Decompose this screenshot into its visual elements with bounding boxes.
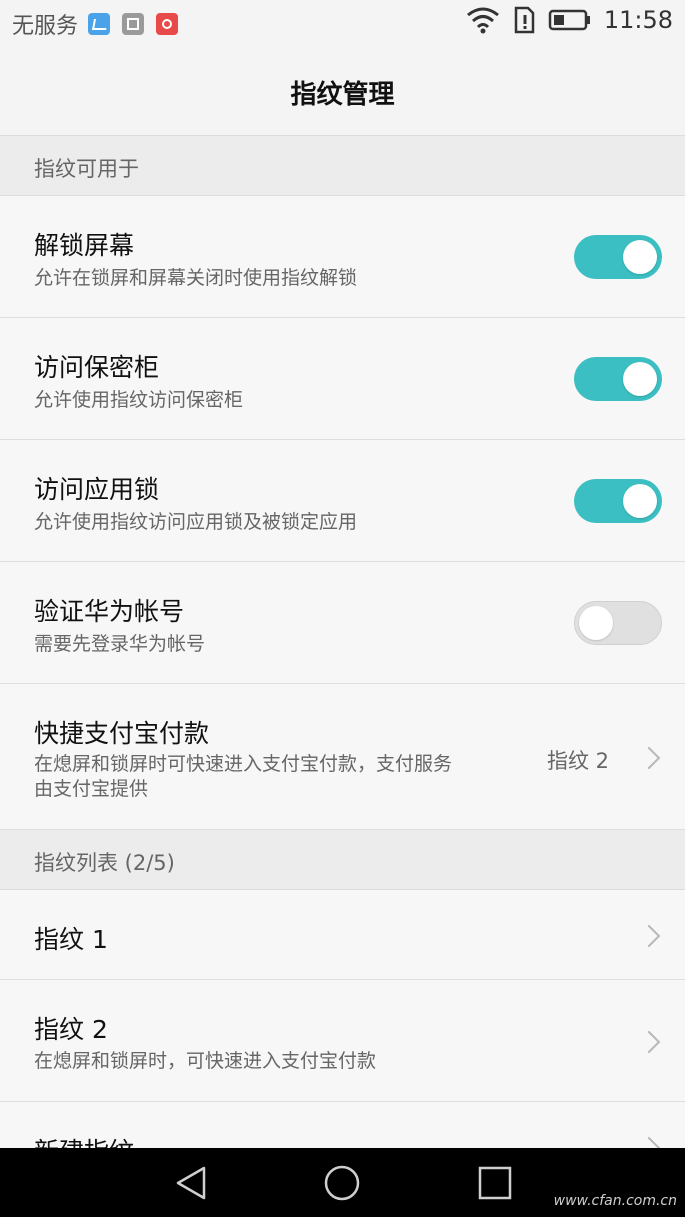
gallery-notification-icon [122, 13, 145, 35]
row-unlock-screen[interactable]: 解锁屏幕 允许在锁屏和屏幕关闭时使用指纹解锁 [0, 196, 685, 318]
row-subtitle: 允许在锁屏和屏幕关闭时使用指纹解锁 [34, 267, 358, 289]
chevron-right-icon [637, 1030, 661, 1054]
status-bar: 无服务 11:58 [0, 0, 685, 48]
row-subtitle-line2: 由支付宝提供 [34, 778, 149, 800]
section-header-usage: 指纹可用于 [0, 136, 685, 196]
row-subtitle: 需要先登录华为帐号 [34, 633, 206, 655]
status-right: 11:58 [466, 6, 673, 34]
recents-icon[interactable] [476, 1164, 514, 1202]
row-huawei-account[interactable]: 验证华为帐号 需要先登录华为帐号 [0, 562, 685, 684]
carrier-label: 无服务 [12, 14, 79, 39]
huawei-notification-icon [156, 13, 179, 35]
navigation-bar: www.cfan.com.cn [0, 1148, 685, 1217]
section-header-fingerprint-list: 指纹列表 (2/5) [0, 830, 685, 890]
back-icon[interactable] [172, 1164, 210, 1202]
row-fingerprint-1[interactable]: 指纹 1 [0, 890, 685, 980]
status-left: 无服务 [12, 8, 190, 40]
battery-icon [548, 9, 590, 31]
row-title: 访问保密柜 [34, 353, 160, 382]
unlock-screen-toggle[interactable] [574, 235, 662, 279]
row-app-lock[interactable]: 访问应用锁 允许使用指纹访问应用锁及被锁定应用 [0, 440, 685, 562]
row-title: 指纹 1 [34, 925, 108, 954]
clock: 11:58 [603, 6, 673, 34]
sim-alert-icon [514, 6, 535, 34]
row-safe-box[interactable]: 访问保密柜 允许使用指纹访问保密柜 [0, 318, 685, 440]
row-title: 解锁屏幕 [34, 231, 135, 260]
row-subtitle: 允许使用指纹访问应用锁及被锁定应用 [34, 511, 358, 533]
toggle-knob [623, 362, 657, 396]
row-fingerprint-2[interactable]: 指纹 2 在熄屏和锁屏时，可快速进入支付宝付款 [0, 980, 685, 1102]
row-subtitle: 允许使用指纹访问保密柜 [34, 389, 244, 411]
row-subtitle: 在熄屏和锁屏时，可快速进入支付宝付款 [34, 1050, 377, 1072]
row-title: 访问应用锁 [34, 475, 160, 504]
title-bar: 指纹管理 [0, 48, 685, 136]
home-icon[interactable] [323, 1164, 361, 1202]
section-label: 指纹可用于 [34, 157, 139, 181]
wifi-icon [466, 7, 499, 34]
toggle-knob [623, 484, 657, 518]
huawei-account-toggle[interactable] [574, 601, 662, 645]
chevron-right-icon [637, 924, 661, 948]
row-title: 指纹 2 [34, 1015, 108, 1044]
chevron-right-icon [637, 746, 661, 770]
toggle-knob [623, 240, 657, 274]
row-title: 验证华为帐号 [34, 597, 185, 626]
row-title: 快捷支付宝付款 [34, 719, 210, 748]
watermark: www.cfan.com.cn [553, 1193, 677, 1209]
page-title: 指纹管理 [290, 80, 395, 110]
row-subtitle-line1: 在熄屏和锁屏时可快速进入支付宝付款，支付服务 [34, 753, 453, 775]
safe-box-toggle[interactable] [574, 357, 662, 401]
section-label: 指纹列表 (2/5) [34, 851, 175, 875]
selected-fingerprint-value: 指纹 2 [546, 749, 609, 773]
app-lock-toggle[interactable] [574, 479, 662, 523]
toggle-knob [579, 606, 613, 640]
row-alipay-quick-pay[interactable]: 快捷支付宝付款 在熄屏和锁屏时可快速进入支付宝付款，支付服务 由支付宝提供 指纹… [0, 684, 685, 830]
health-notification-icon [88, 13, 111, 35]
